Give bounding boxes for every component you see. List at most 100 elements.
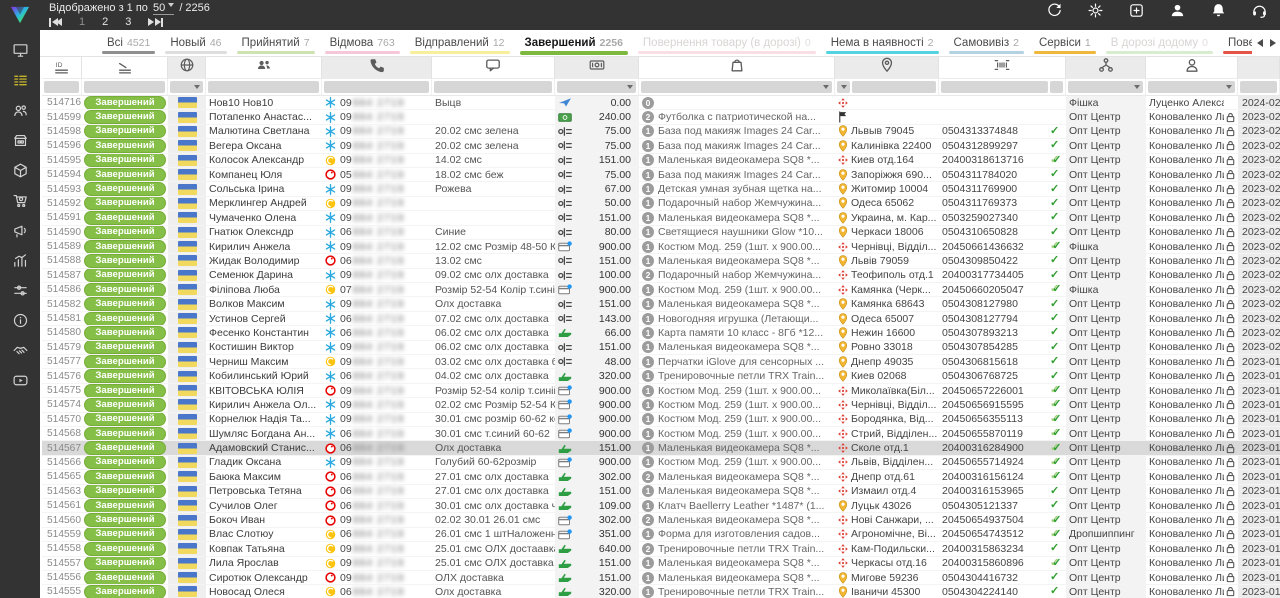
sidebar-item-warehouse[interactable]: [0, 128, 40, 158]
order-row[interactable]: 514559 Завершений Влас Слотюу 06884 2719…: [42, 528, 1280, 542]
order-row[interactable]: 514566 Завершений Гладик Оксана 09884 27…: [42, 456, 1280, 470]
tabs-scroll-left-icon[interactable]: [1257, 39, 1263, 47]
tab-6[interactable]: Завершений2256: [515, 30, 633, 57]
last-page-button[interactable]: [148, 18, 163, 27]
order-row[interactable]: 514557 Завершений Лила Ярослав 09884 271…: [42, 557, 1280, 571]
tab-8[interactable]: Нема в наявності2: [821, 30, 944, 57]
filter-tracking-input[interactable]: [941, 81, 1048, 93]
tabs-scroll-right-icon[interactable]: [1270, 39, 1276, 47]
filter-location-input[interactable]: [852, 81, 936, 93]
col-header-date[interactable]: [1238, 57, 1280, 79]
filter-fulfillment-select[interactable]: [1068, 81, 1143, 93]
order-row[interactable]: 514591 Завершений Чумаченко Олена 09884 …: [42, 211, 1280, 225]
order-row[interactable]: 514593 Завершений Сольська Ірина 09884 2…: [42, 182, 1280, 196]
order-row[interactable]: 514568 Завершений Шумляс Богдана Ан... 0…: [42, 427, 1280, 441]
col-header-phone[interactable]: [322, 57, 432, 79]
col-header-tracking[interactable]: [939, 57, 1066, 79]
order-row[interactable]: 514599 Завершений Потапенко Анастас... 0…: [42, 110, 1280, 124]
sidebar-item-info[interactable]: [0, 308, 40, 338]
order-row[interactable]: 514575 Завершений КВІТОВСЬКА ЮЛІЯ 09884 …: [42, 384, 1280, 398]
order-row[interactable]: 514587 Завершений Семенюк Дарина 09884 2…: [42, 269, 1280, 283]
order-row[interactable]: 514561 Завершений Сучилов Олег 06884 271…: [42, 499, 1280, 513]
order-row[interactable]: 514577 Завершений Черниш Максим 09884 27…: [42, 355, 1280, 369]
col-header-country[interactable]: [168, 57, 206, 79]
order-row[interactable]: 514586 Завершений Філіпова Люба 07884 27…: [42, 283, 1280, 297]
refresh-button[interactable]: [1045, 4, 1063, 22]
notifications-button[interactable]: [1209, 4, 1227, 22]
add-order-button[interactable]: [1127, 4, 1145, 22]
col-header-status[interactable]: [82, 57, 168, 79]
order-row[interactable]: 514556 Завершений Сиротюк Олександр 0988…: [42, 571, 1280, 585]
filter-check-input[interactable]: [1050, 81, 1063, 93]
page-button-1[interactable]: 1: [79, 16, 85, 28]
filter-client-input[interactable]: [208, 81, 319, 93]
tab-3[interactable]: Прийнятий7: [232, 30, 320, 57]
order-row[interactable]: 514555 Завершений Новосад Олеся 06884 27…: [42, 585, 1280, 598]
filter-phone-input[interactable]: [324, 81, 429, 93]
order-row[interactable]: 514581 Завершений Устинов Сергей 06884 2…: [42, 312, 1280, 326]
col-header-client[interactable]: [206, 57, 322, 79]
tab-2[interactable]: Новый46: [160, 30, 231, 57]
sidebar-item-orders[interactable]: [0, 68, 40, 98]
col-header-comment[interactable]: [432, 57, 555, 79]
order-row[interactable]: 514589 Завершений Кирилич Анжела 09884 2…: [42, 240, 1280, 254]
col-header-id[interactable]: ID: [42, 57, 82, 79]
order-row[interactable]: 514595 Завершений Колосок Александр 0988…: [42, 154, 1280, 168]
filter-country-select[interactable]: [170, 81, 203, 93]
col-header-products[interactable]: [639, 57, 835, 79]
filter-payment-select[interactable]: [557, 81, 636, 93]
sidebar-item-tutorials[interactable]: [0, 368, 40, 398]
order-row[interactable]: 514582 Завершений Волков Максим 09884 27…: [42, 297, 1280, 311]
page-button-2[interactable]: 2: [102, 16, 108, 28]
sidebar-item-purchases[interactable]: [0, 188, 40, 218]
order-row[interactable]: 514588 Завершений Жидак Володимир 06884 …: [42, 254, 1280, 268]
order-row[interactable]: 514580 Завершений Фесенко Константин 068…: [42, 326, 1280, 340]
tab-10[interactable]: Сервіси1: [1029, 30, 1101, 57]
col-header-manager[interactable]: [1146, 57, 1238, 79]
sidebar-item-settings[interactable]: [0, 278, 40, 308]
tab-4[interactable]: Відмова763: [320, 30, 405, 57]
order-row[interactable]: 514594 Завершений Компанец Юля 05884 271…: [42, 168, 1280, 182]
col-header-payment[interactable]: [555, 57, 639, 79]
order-row[interactable]: 514567 Завершений Адамовский Станис... 0…: [42, 441, 1280, 455]
order-row[interactable]: 514574 Завершений Кирилич Анжела Ол... 0…: [42, 398, 1280, 412]
sidebar-item-reports[interactable]: [0, 248, 40, 278]
tab-1[interactable]: Всі4521: [97, 30, 160, 57]
col-header-delivery[interactable]: [835, 57, 939, 79]
sidebar-item-clients[interactable]: [0, 98, 40, 128]
order-row[interactable]: 514596 Завершений Вегера Оксана 09884 27…: [42, 139, 1280, 153]
first-page-button[interactable]: [49, 18, 62, 27]
order-row[interactable]: 514598 Завершений Малютина Светлана 0988…: [42, 125, 1280, 139]
order-row[interactable]: 514716 Завершений Нов10 Нов10 09884 2719…: [42, 96, 1280, 110]
sidebar-item-marketing[interactable]: [0, 218, 40, 248]
order-row[interactable]: 514570 Завершений Корнелюк Надія Та... 0…: [42, 413, 1280, 427]
settings-button[interactable]: [1086, 4, 1104, 22]
profile-button[interactable]: [1168, 4, 1186, 22]
tab-5[interactable]: Відправлений12: [405, 30, 515, 57]
tab-11[interactable]: В дорозі додому0: [1101, 30, 1218, 57]
page-size-select[interactable]: 50: [153, 2, 174, 15]
sidebar-item-dashboard[interactable]: [0, 38, 40, 68]
filter-id-input[interactable]: [44, 81, 79, 93]
order-row[interactable]: 514576 Завершений Кобилинський Юрий 0688…: [42, 369, 1280, 383]
order-row[interactable]: 514560 Завершений Бокоч Иван 09884 2719 …: [42, 513, 1280, 527]
order-row[interactable]: 514579 Завершений Костишин Виктор 09884 …: [42, 341, 1280, 355]
filter-courier-select[interactable]: [837, 81, 850, 93]
page-button-3[interactable]: 3: [125, 16, 131, 28]
order-row[interactable]: 514592 Завершений Мерклингер Андрей 0988…: [42, 197, 1280, 211]
filter-comment-input[interactable]: [434, 81, 552, 93]
filter-manager-select[interactable]: [1148, 81, 1235, 93]
sidebar-item-products[interactable]: [0, 158, 40, 188]
tab-7[interactable]: Повернення товару (в дорозі)0: [633, 30, 821, 57]
support-button[interactable]: [1250, 4, 1268, 22]
app-logo[interactable]: [9, 5, 31, 30]
order-row[interactable]: 514565 Завершений Баюка Максим 06884 271…: [42, 470, 1280, 484]
filter-product-select[interactable]: [641, 81, 832, 93]
sidebar-item-partners[interactable]: [0, 338, 40, 368]
order-row[interactable]: 514563 Завершений Петровська Тетяна 0688…: [42, 485, 1280, 499]
filter-date-input[interactable]: [1240, 81, 1277, 93]
order-row[interactable]: 514590 Завершений Гнатюк Олексндр 06884 …: [42, 226, 1280, 240]
tab-9[interactable]: Самовивіз2: [944, 30, 1029, 57]
col-header-fulfillment[interactable]: [1066, 57, 1146, 79]
filter-status-input[interactable]: [84, 81, 165, 93]
